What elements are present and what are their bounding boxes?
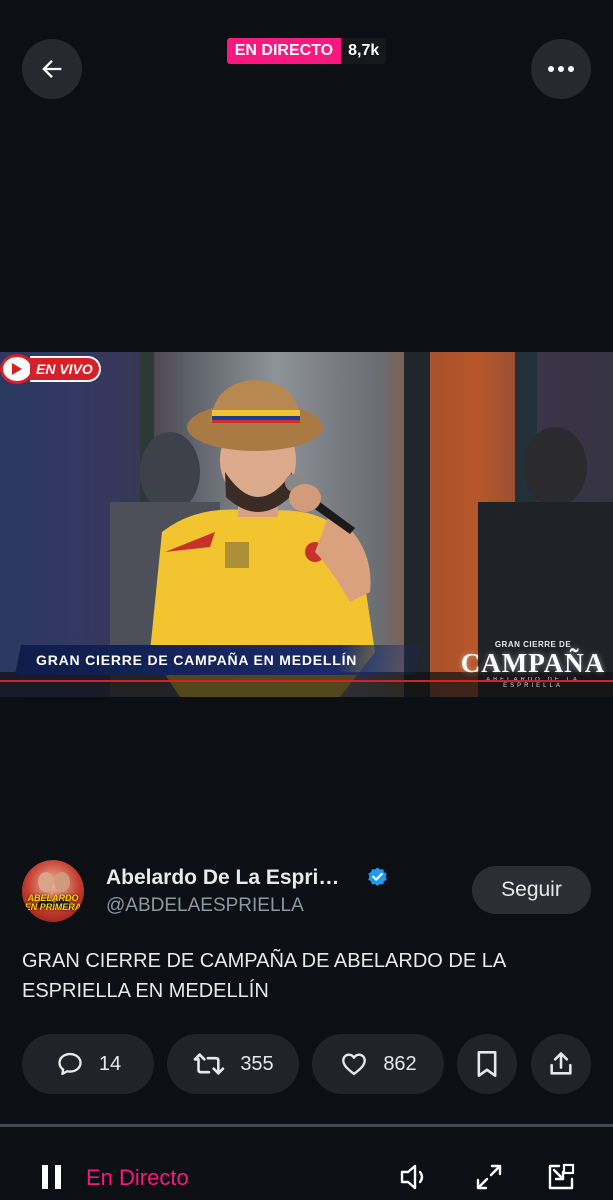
repost-button[interactable]: 355 [167, 1034, 299, 1094]
viewer-count: 8,7k [341, 38, 387, 64]
campaign-logo-title: CAMPAÑA [460, 648, 606, 678]
heart-icon [342, 1053, 367, 1076]
post-text: GRAN CIERRE DE CAMPAÑA DE ABELARDO DE LA… [22, 950, 506, 1002]
campaign-logo-subtitle: ABELARDO DE LA ESPRIELLA [486, 677, 577, 689]
more-options-button[interactable] [531, 39, 591, 99]
share-button[interactable] [531, 1034, 591, 1094]
verified-badge-icon [368, 867, 387, 887]
more-dots-icon [548, 66, 574, 72]
picture-in-picture-icon[interactable] [546, 1162, 576, 1192]
lower-third-banner: GRAN CIERRE DE CAMPAÑA EN MEDELLÍN [14, 645, 422, 675]
en-vivo-label: EN VIVO [30, 356, 101, 382]
share-icon [550, 1052, 572, 1075]
banner-text: GRAN CIERRE DE CAMPAÑA EN MEDELLÍN [36, 652, 358, 668]
campaign-logo-small: GRAN CIERRE DE [494, 640, 572, 649]
live-indicator: EN DIRECTO 8,7k [0, 38, 613, 64]
en-vivo-badge: EN VIVO [0, 354, 101, 384]
broadcast-icon [0, 354, 34, 384]
author-handle[interactable]: @ABDELAESPRIELLA [106, 895, 304, 917]
avatar[interactable]: ABELARDO EN PRIMERA [22, 860, 84, 922]
like-button[interactable]: 862 [312, 1034, 444, 1094]
repost-icon [194, 1053, 225, 1075]
live-video-player[interactable]: EN VIVO GRAN CIERRE DE CAMPAÑA EN MEDELL… [0, 352, 613, 697]
bookmark-icon [477, 1051, 497, 1077]
pause-icon[interactable] [40, 1164, 64, 1190]
live-status-label: En Directo [86, 1165, 189, 1190]
author-name[interactable]: Abelardo De La Espri… [106, 866, 339, 890]
follow-button[interactable]: Seguir [472, 866, 591, 914]
like-count: 862 [383, 1052, 417, 1075]
repost-count: 355 [240, 1052, 274, 1075]
reply-count: 14 [98, 1052, 122, 1075]
video-progress-line [0, 680, 613, 682]
reply-button[interactable]: 14 [22, 1034, 154, 1094]
live-badge: EN DIRECTO [226, 38, 342, 64]
avatar-image [34, 872, 74, 908]
volume-icon[interactable] [398, 1162, 430, 1192]
bookmark-button[interactable] [457, 1034, 517, 1094]
avatar-logo-text: ABELARDO EN PRIMERA [24, 893, 82, 912]
reply-bubble-icon [58, 1052, 82, 1076]
fullscreen-icon[interactable] [474, 1162, 504, 1192]
